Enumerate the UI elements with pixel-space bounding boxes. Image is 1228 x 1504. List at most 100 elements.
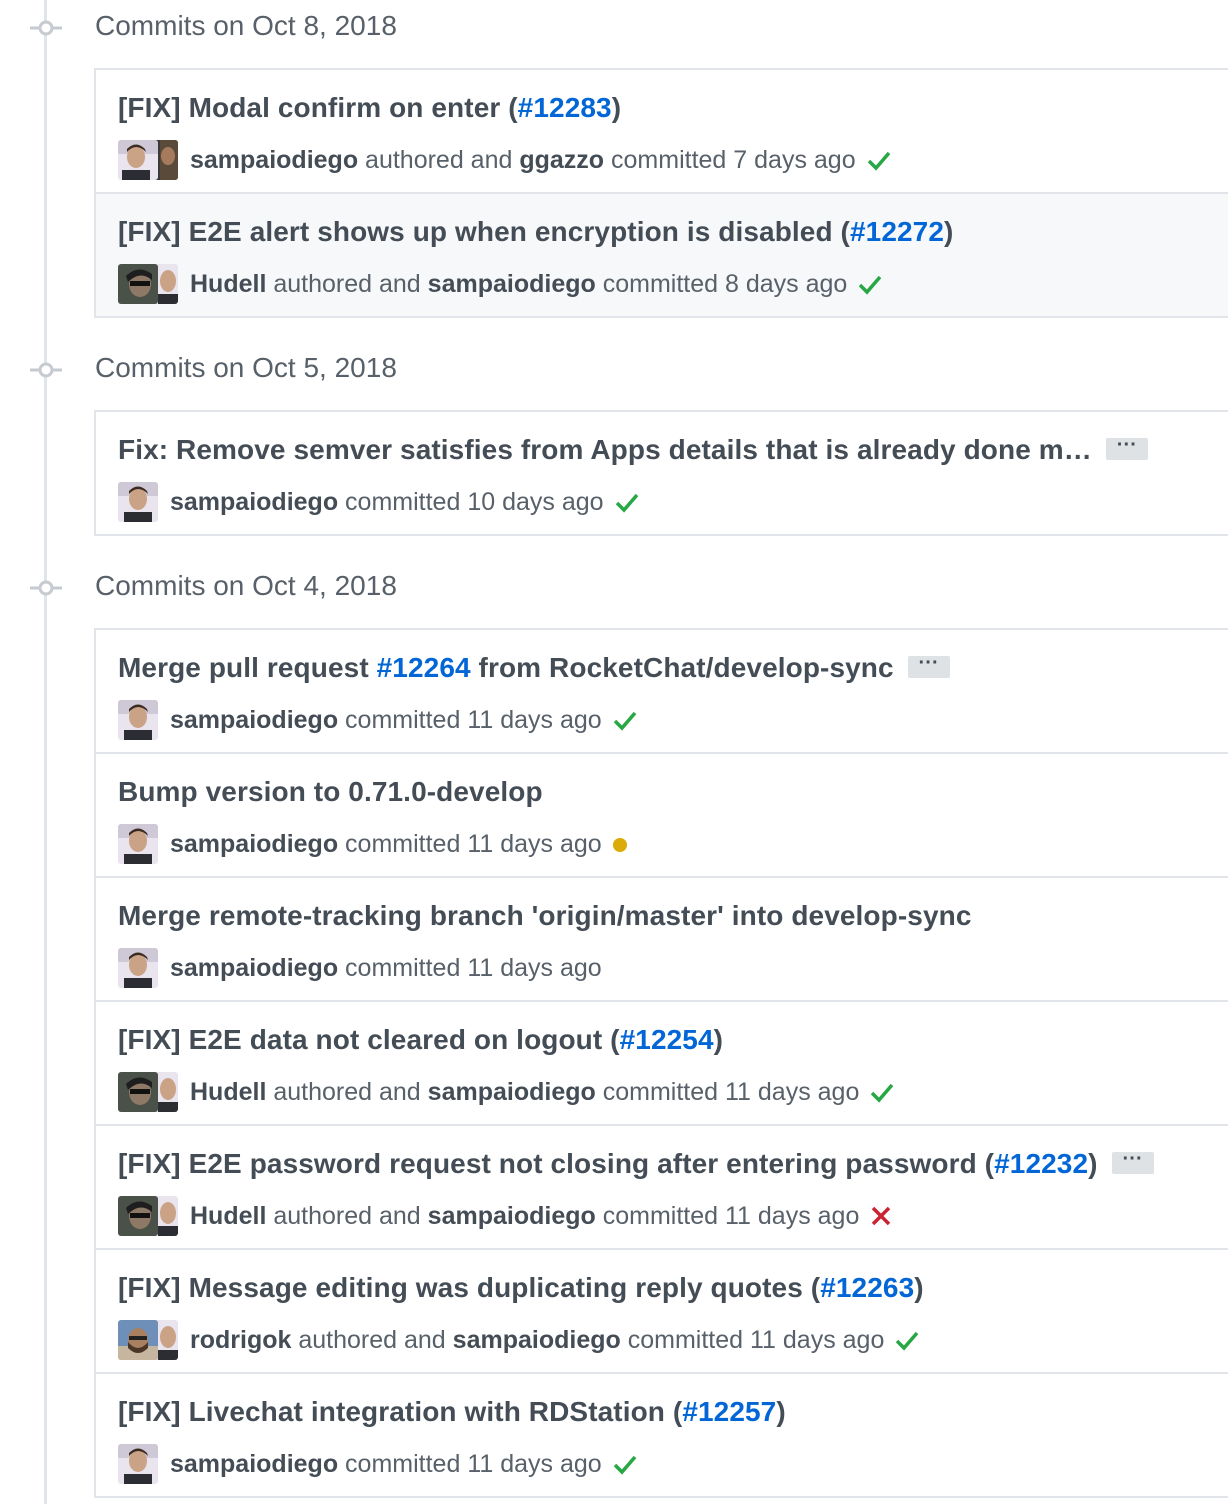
expand-message-button[interactable]: ··· [907,653,950,678]
pr-link[interactable]: #12272 [850,216,944,247]
commit-time[interactable]: 11 days ago [725,1078,859,1107]
commit-message[interactable]: [FIX] E2E password request not closing a… [118,1148,994,1179]
commit-title[interactable]: [FIX] E2E alert shows up when encryption… [118,216,953,248]
author-name[interactable]: rodrigok [190,1326,291,1355]
check-icon[interactable] [614,491,640,513]
avatar[interactable] [118,1444,158,1484]
group-header: Commits on Oct 8, 2018 [0,0,1228,56]
authored-label: authored and [273,1201,421,1230]
commit-title[interactable]: Bump version to 0.71.0-develop [118,776,543,808]
commit-title[interactable]: Fix: Remove semver satisfies from Apps d… [118,434,1148,466]
avatar-pair [118,140,178,180]
author-name[interactable]: sampaiodiego [170,954,338,983]
committer-name[interactable]: sampaiodiego [428,1202,596,1231]
commit-message-suffix[interactable]: ) [714,1024,723,1055]
commit-row: Fix: Remove semver satisfies from Apps d… [96,412,1228,534]
commit-message-suffix[interactable]: ) [1088,1148,1097,1179]
pending-dot-icon[interactable] [612,834,632,854]
group-date-title: Commits on Oct 8, 2018 [95,10,397,41]
avatar[interactable] [118,700,158,740]
timeline-line [44,0,47,1504]
author-name[interactable]: Hudell [190,1078,266,1107]
commit-group: Commits on Oct 4, 2018 [0,560,1228,616]
commit-row: [FIX] E2E alert shows up when encryption… [96,194,1228,316]
committer-name[interactable]: sampaiodiego [428,1078,596,1107]
pr-link[interactable]: #12254 [620,1024,714,1055]
commit-title[interactable]: [FIX] E2E password request not closing a… [118,1148,1154,1180]
commit-message[interactable]: [FIX] Modal confirm on enter ( [118,92,518,123]
commit-message[interactable]: Merge pull request [118,652,377,683]
commit-time[interactable]: 11 days ago [467,954,601,983]
commit-group: Commits on Oct 8, 2018 [0,0,1228,56]
commit-meta: sampaiodiego committed 10 days ago [118,482,640,522]
avatar[interactable] [118,948,158,988]
committer-name[interactable]: ggazzo [519,146,604,175]
authored-label: authored and [273,1077,421,1106]
commit-message[interactable]: Fix: Remove semver satisfies from Apps d… [118,434,1092,465]
avatar[interactable] [118,482,158,522]
pr-link[interactable]: #12263 [820,1272,914,1303]
check-icon[interactable] [612,1453,638,1475]
check-icon[interactable] [612,709,638,731]
commit-message[interactable]: [FIX] Message editing was duplicating re… [118,1272,820,1303]
commit-time[interactable]: 11 days ago [750,1326,884,1355]
avatar[interactable] [118,1196,158,1236]
commit-message-suffix[interactable]: ) [944,216,953,247]
commit-message-suffix[interactable]: ) [612,92,621,123]
author-name[interactable]: Hudell [190,270,266,299]
git-commit-icon [30,20,62,36]
author-name[interactable]: sampaiodiego [170,1450,338,1479]
commit-title[interactable]: Merge pull request #12264 from RocketCha… [118,652,950,684]
author-name[interactable]: Hudell [190,1202,266,1231]
commit-meta: sampaiodiego authored and ggazzo committ… [118,140,892,180]
commit-title[interactable]: Merge remote-tracking branch 'origin/mas… [118,900,972,932]
commit-row: [FIX] Modal confirm on enter (#12283) sa… [96,70,1228,194]
pr-link[interactable]: #12232 [994,1148,1088,1179]
committed-label: committed [345,953,461,982]
commit-message[interactable]: [FIX] E2E data not cleared on logout ( [118,1024,620,1055]
commit-time[interactable]: 10 days ago [467,488,603,517]
commit-message[interactable]: Bump version to 0.71.0-develop [118,776,543,807]
check-icon[interactable] [869,1081,895,1103]
avatar[interactable] [118,140,158,180]
pr-link[interactable]: #12264 [377,652,471,683]
author-name[interactable]: sampaiodiego [170,830,338,859]
commit-title[interactable]: [FIX] Livechat integration with RDStatio… [118,1396,786,1428]
commit-time[interactable]: 11 days ago [467,706,601,735]
check-icon[interactable] [857,273,883,295]
avatar[interactable] [118,824,158,864]
commit-time[interactable]: 8 days ago [725,270,847,299]
commit-title[interactable]: [FIX] Message editing was duplicating re… [118,1272,924,1304]
commit-row: Merge pull request #12264 from RocketCha… [96,630,1228,754]
pr-link[interactable]: #12283 [518,92,612,123]
commit-message-suffix[interactable]: ) [914,1272,923,1303]
committer-name[interactable]: sampaiodiego [453,1326,621,1355]
commit-message[interactable]: [FIX] E2E alert shows up when encryption… [118,216,850,247]
pr-link[interactable]: #12257 [682,1396,776,1427]
commit-message-suffix[interactable]: ) [776,1396,785,1427]
commit-row: [FIX] E2E password request not closing a… [96,1126,1228,1250]
avatar[interactable] [118,264,158,304]
expand-message-button[interactable]: ··· [1105,435,1148,460]
expand-message-button[interactable]: ··· [1111,1149,1154,1174]
commit-title[interactable]: [FIX] E2E data not cleared on logout (#1… [118,1024,723,1056]
commit-message[interactable]: Merge remote-tracking branch 'origin/mas… [118,900,972,931]
avatar[interactable] [118,1072,158,1112]
commit-message-suffix[interactable]: from RocketChat/develop-sync [471,652,894,683]
avatar[interactable] [118,1320,158,1360]
commit-title[interactable]: [FIX] Modal confirm on enter (#12283) [118,92,621,124]
commit-time[interactable]: 11 days ago [725,1202,859,1231]
author-name[interactable]: sampaiodiego [170,706,338,735]
committed-label: committed [627,1325,744,1354]
committer-name[interactable]: sampaiodiego [428,270,596,299]
commit-time[interactable]: 7 days ago [733,146,855,175]
author-name[interactable]: sampaiodiego [190,146,358,175]
author-name[interactable]: sampaiodiego [170,488,338,517]
x-failure-icon[interactable] [869,1204,893,1228]
commit-message[interactable]: [FIX] Livechat integration with RDStatio… [118,1396,682,1427]
group-date-title: Commits on Oct 5, 2018 [95,352,397,383]
check-icon[interactable] [894,1329,920,1351]
check-icon[interactable] [866,149,892,171]
commit-time[interactable]: 11 days ago [467,1450,601,1479]
commit-time[interactable]: 11 days ago [467,830,601,859]
